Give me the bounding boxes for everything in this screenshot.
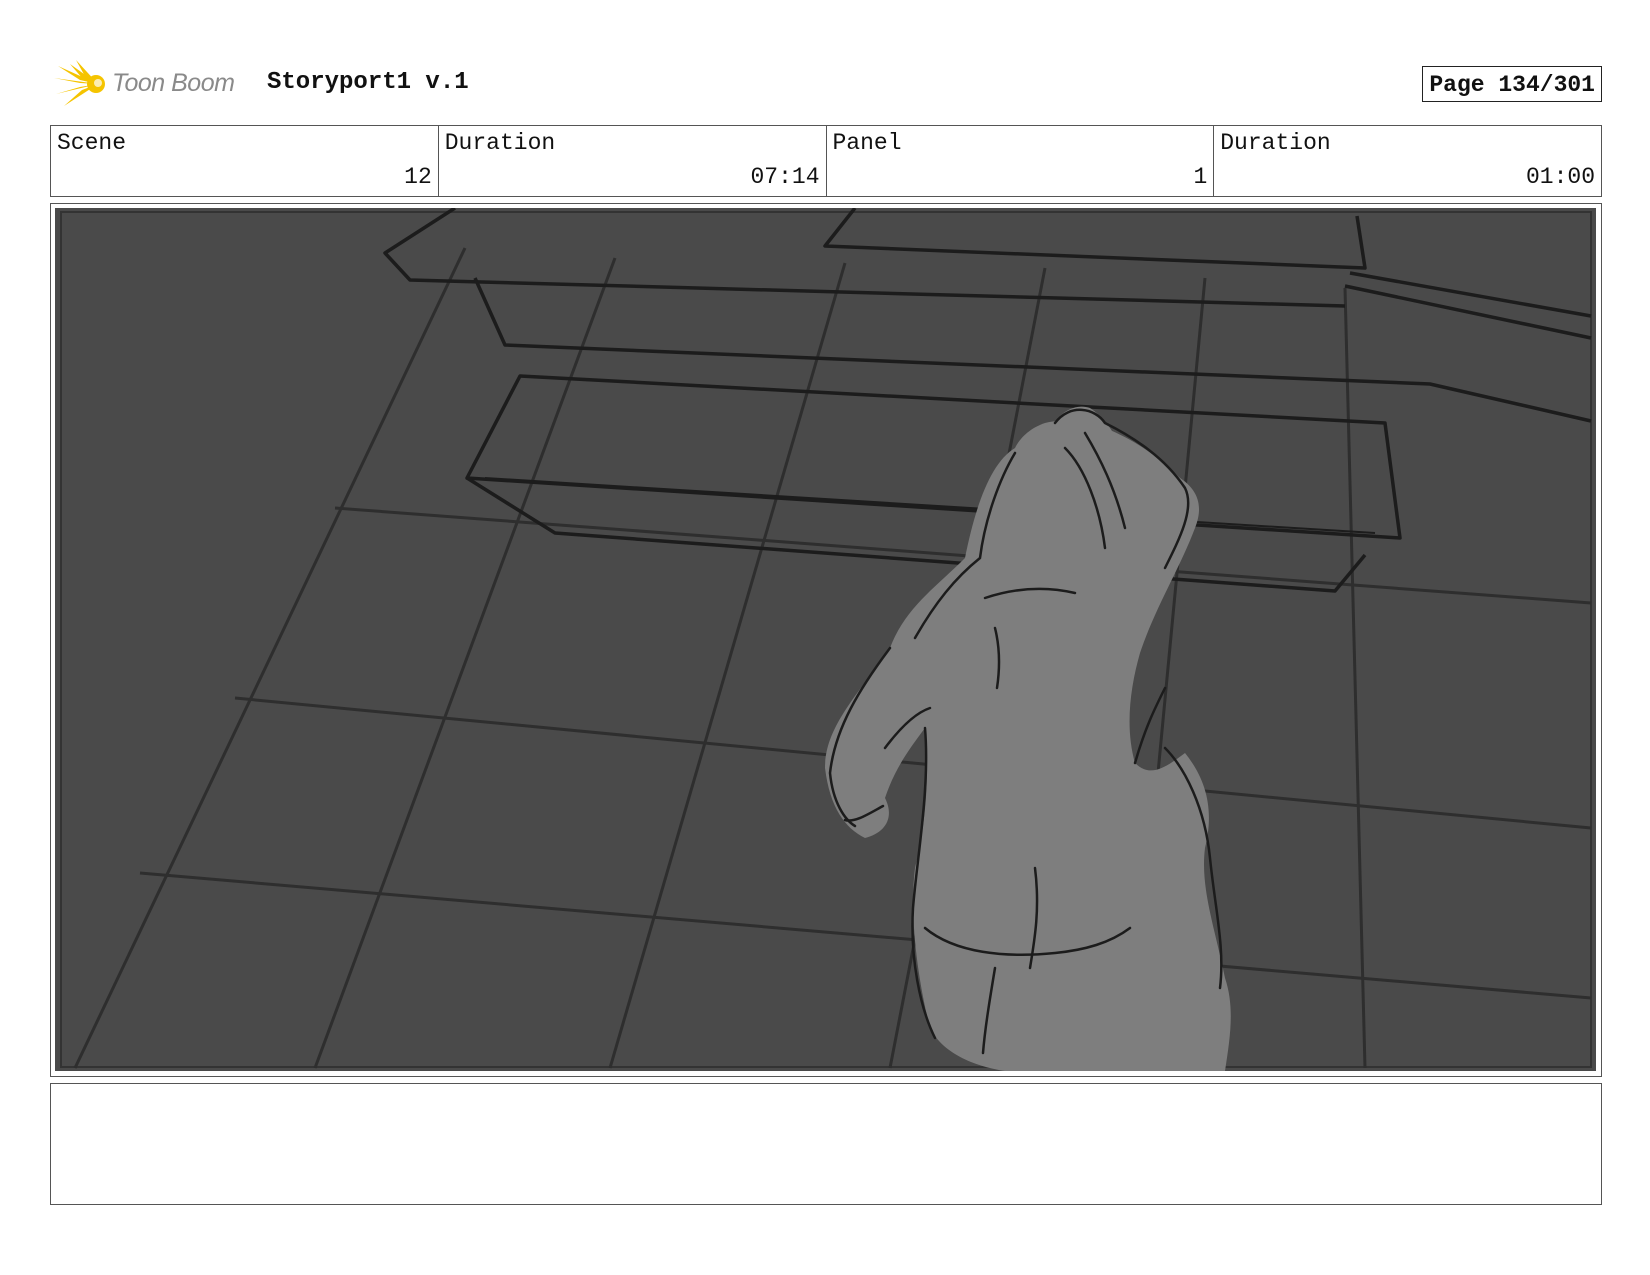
starburst-logo-icon — [54, 60, 105, 106]
scene-duration-cell: Duration 07:14 — [439, 126, 827, 196]
panel-background — [55, 208, 1596, 1071]
panel-duration-cell: Duration 01:00 — [1214, 126, 1601, 196]
page-number: Page 134/301 — [1422, 66, 1602, 102]
scene-cell: Scene 12 — [51, 126, 439, 196]
panel-cell: Panel 1 — [827, 126, 1215, 196]
scene-label: Scene — [57, 130, 127, 156]
project-title: Storyport1 v.1 — [267, 69, 469, 96]
storyboard-panel-image — [55, 208, 1596, 1071]
scene-info-row: Scene 12 Duration 07:14 Panel 1 Duration… — [50, 125, 1602, 197]
panel-duration-value: 01:00 — [1525, 164, 1595, 190]
panel-value: 1 — [1193, 164, 1208, 190]
panel-label: Panel — [832, 130, 902, 156]
scene-value: 12 — [404, 164, 432, 190]
storyboard-header: Toon Boom Storyport1 v.1 Page 134/301 — [50, 56, 1602, 112]
scene-duration-value: 07:14 — [750, 164, 820, 190]
logo-text: Toon Boom — [112, 69, 235, 97]
panel-frame — [50, 203, 1602, 1077]
panel-duration-label: Duration — [1220, 130, 1331, 156]
panel-notes-box — [50, 1083, 1602, 1205]
toon-boom-logo: Toon Boom — [54, 60, 250, 108]
scene-duration-label: Duration — [444, 130, 556, 156]
